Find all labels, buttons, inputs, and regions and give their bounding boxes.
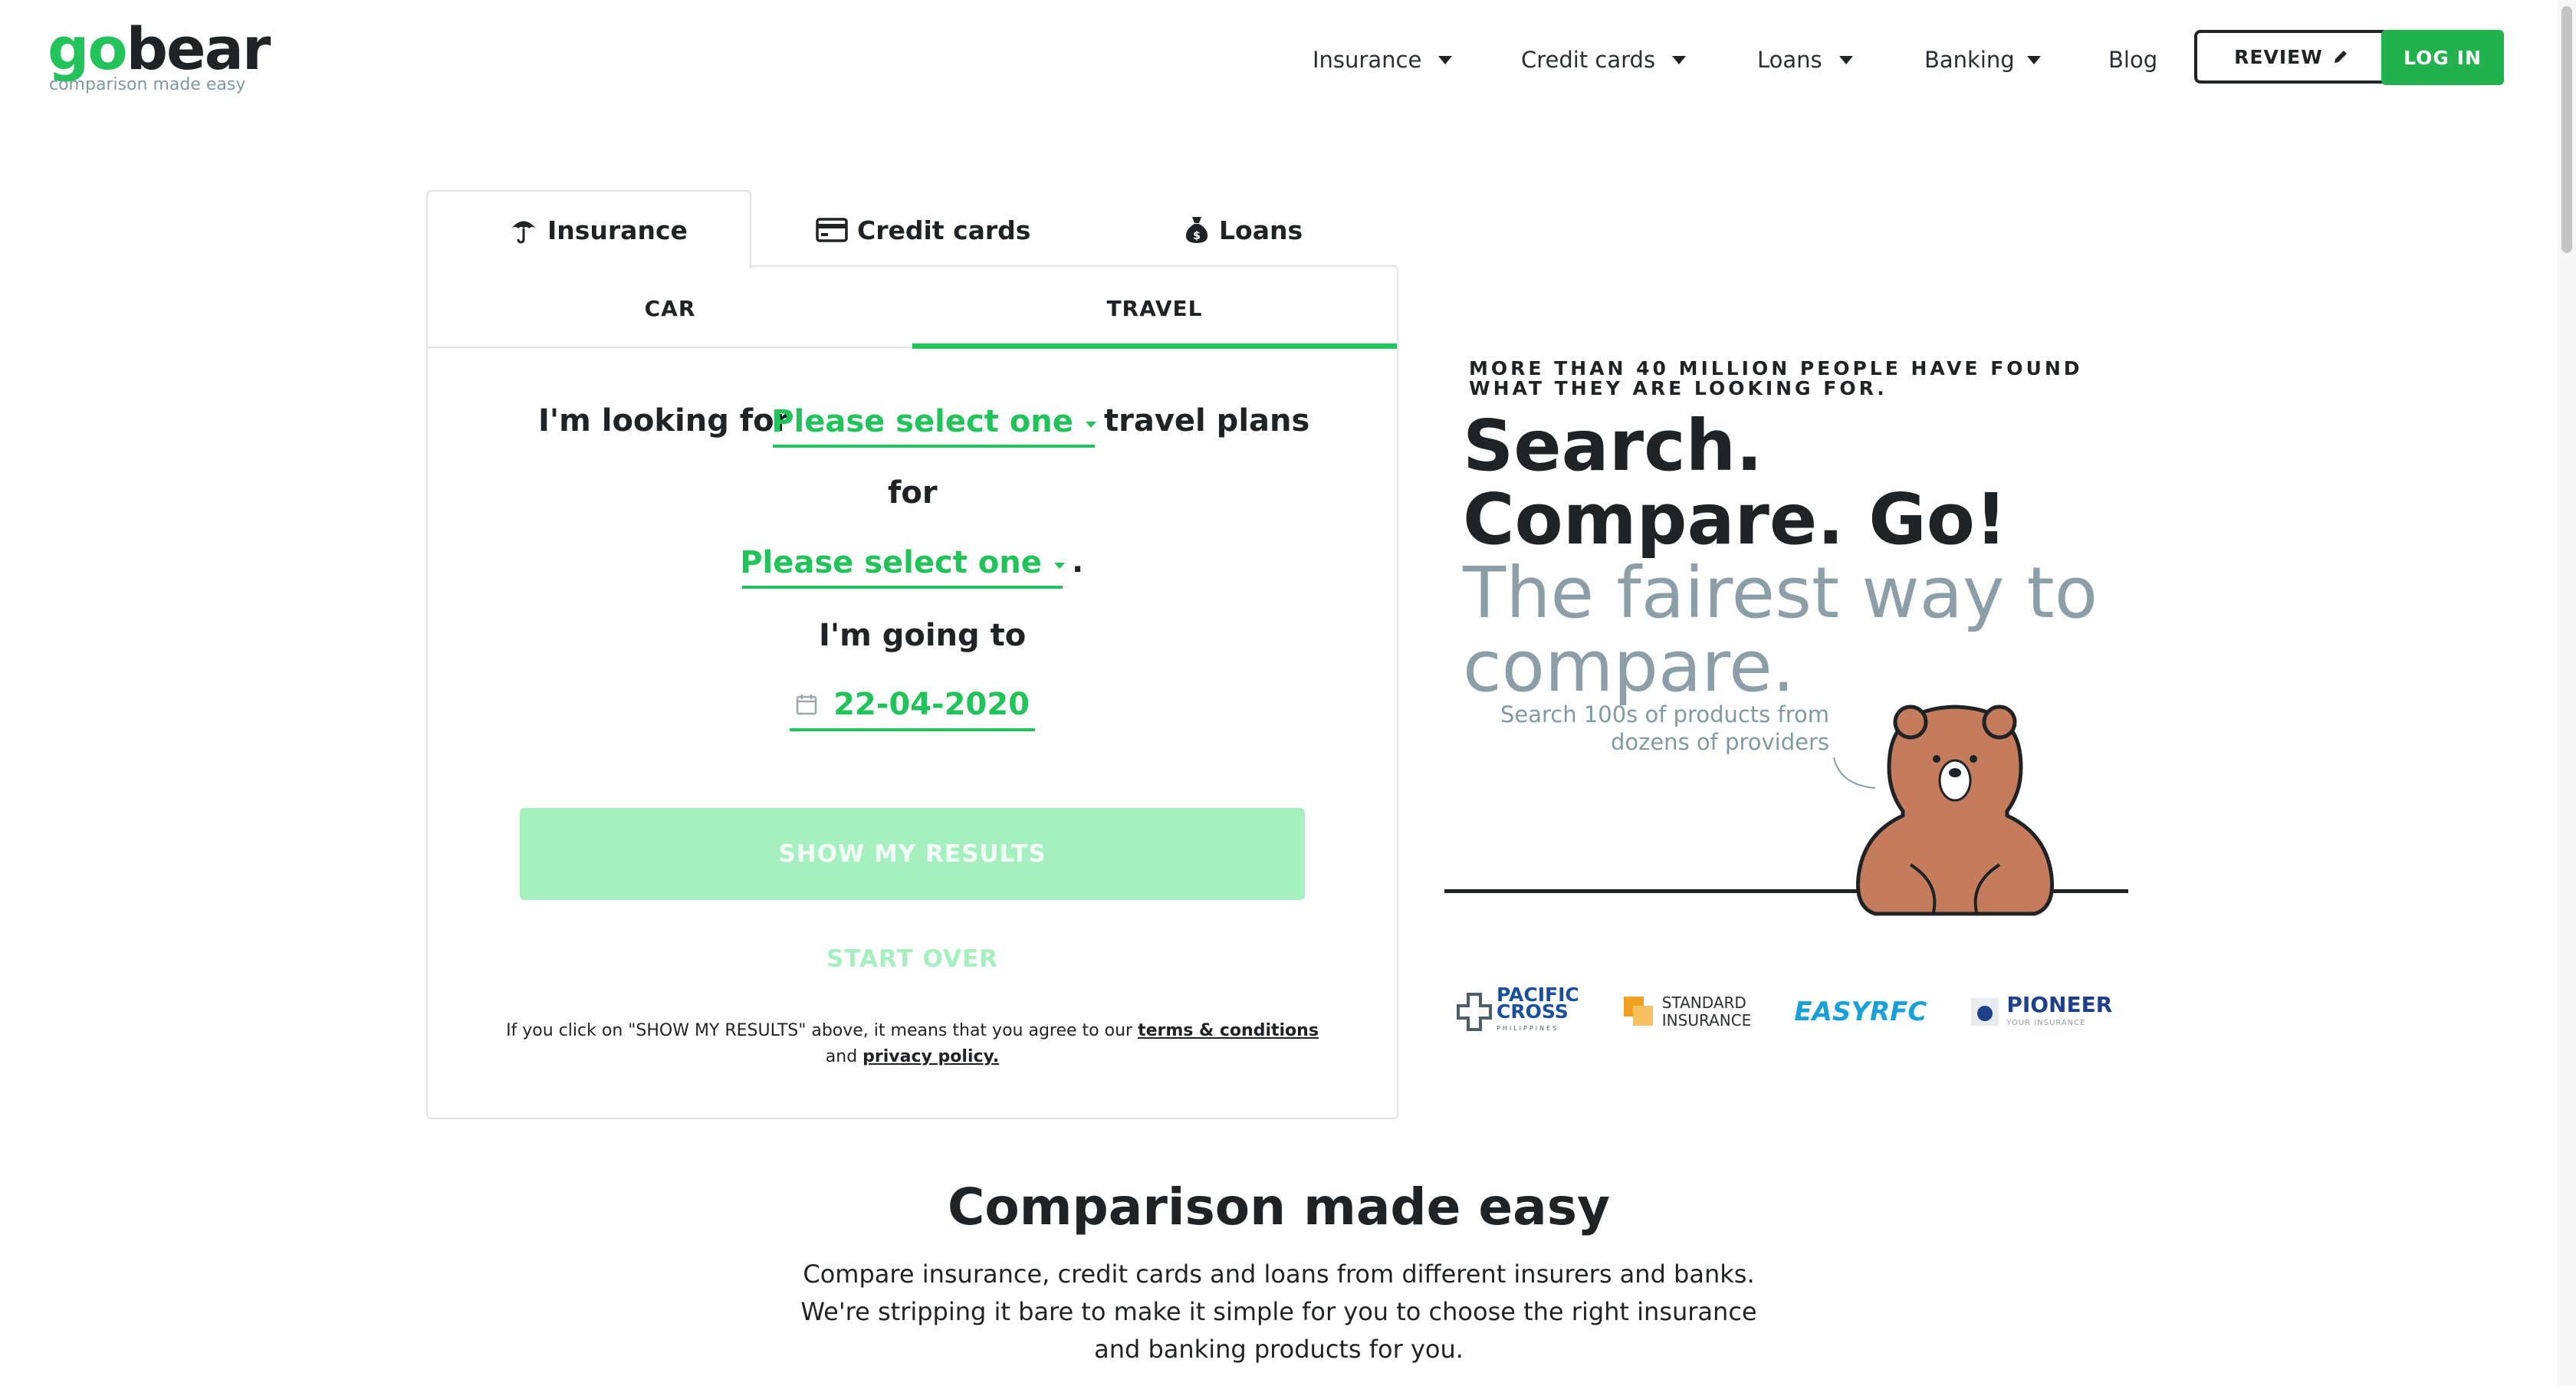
section-description: Compare insurance, credit cards and loan…: [800, 1260, 1757, 1364]
traveler-select-value: Please select one: [740, 545, 1042, 580]
plan-type-select[interactable]: Please select one: [771, 399, 1096, 448]
standard-line1: STANDARD: [1661, 994, 1746, 1012]
caret-down-icon: [2026, 55, 2041, 64]
nav-banking[interactable]: Banking: [1924, 41, 2041, 78]
bear-illustration: [1855, 704, 2055, 916]
caret-down-icon: [1085, 422, 1096, 428]
plan-type-select-value: Please select one: [771, 404, 1073, 439]
pioneer-line2: YOUR INSURANCE: [2006, 1019, 2086, 1027]
partner-standard-insurance: STANDARD INSURANCE: [1622, 994, 1752, 1030]
headline-strong: Search. Compare. Go!: [1463, 405, 2007, 560]
caret-down-icon: [1438, 55, 1453, 64]
nav-insurance-label: Insurance: [1313, 47, 1422, 73]
pacific-cross-line2: CROSS: [1497, 1000, 1569, 1023]
umbrella-icon: [511, 221, 536, 244]
logo-tagline: comparison made easy: [49, 75, 246, 94]
tab-insurance[interactable]: Insurance: [509, 209, 688, 251]
subtab-car[interactable]: CAR: [428, 285, 912, 331]
tab-insurance-label: Insurance: [547, 215, 688, 245]
caret-down-icon: [1672, 55, 1687, 64]
tab-credit-cards[interactable]: Credit cards: [816, 209, 1030, 251]
money-bag-icon: $: [1185, 217, 1208, 243]
disclaimer-and: and: [825, 1047, 858, 1066]
caret-down-icon: [1053, 563, 1065, 569]
subtab-travel[interactable]: TRAVEL: [912, 285, 1397, 331]
pencil-icon: [2334, 51, 2347, 63]
nav-credit-cards[interactable]: Credit cards: [1521, 41, 1687, 78]
nav-banking-label: Banking: [1924, 47, 2015, 73]
travel-date-value: 22-04-2020: [833, 687, 1030, 722]
headline-light: The fairest way to compare.: [1463, 552, 2098, 708]
tab-loans-label: Loans: [1219, 215, 1303, 245]
partner-easyrfc: EASYRFC: [1794, 997, 1927, 1027]
privacy-link[interactable]: privacy policy.: [863, 1047, 999, 1066]
form-period: .: [1072, 544, 1084, 580]
form-going-to-text: I'm going to: [819, 618, 1027, 653]
nav-blog[interactable]: Blog: [2108, 41, 2157, 78]
pioneer-line1: PIONEER: [2006, 992, 2113, 1017]
pioneer-logo: [1971, 998, 1999, 1026]
section-title: Comparison made easy: [948, 1177, 1610, 1237]
partner-pacific-cross: PACIFIC CROSS PHILIPPINES: [1457, 985, 1579, 1037]
nav-loans-label: Loans: [1757, 47, 1822, 73]
nav-loans[interactable]: Loans: [1757, 41, 1853, 78]
hero-eyebrow: MORE THAN 40 MILLION PEOPLE HAVE FOUND W…: [1469, 357, 2083, 399]
form-prefix-text: I'm looking for: [538, 403, 790, 438]
subtab-travel-indicator: [912, 343, 1397, 349]
tab-credit-cards-label: Credit cards: [857, 215, 1031, 245]
scrollbar-thumb[interactable]: [2561, 6, 2572, 253]
terms-disclaimer: If you click on "SHOW MY RESULTS" above,…: [491, 1018, 1334, 1070]
disclaimer-text: If you click on "SHOW MY RESULTS" above,…: [506, 1021, 1133, 1040]
partner-pioneer: PIONEER YOUR INSURANCE: [1970, 994, 2112, 1030]
tab-loans[interactable]: $ Loans: [1184, 209, 1303, 251]
svg-text:$: $: [1193, 230, 1201, 242]
terms-link[interactable]: terms & conditions: [1138, 1021, 1319, 1040]
start-over-link[interactable]: START OVER: [520, 940, 1305, 978]
travel-date-field[interactable]: 22-04-2020: [790, 681, 1035, 731]
pacific-cross-line3: PHILIPPINES: [1497, 1025, 1559, 1032]
show-results-button[interactable]: SHOW MY RESULTS: [520, 808, 1305, 900]
nav-insurance[interactable]: Insurance: [1313, 41, 1453, 78]
bear-caption: Search 100s of products from dozens of p…: [1500, 701, 1829, 755]
logo-wordmark: gobear: [48, 15, 271, 83]
form-for-text: for: [888, 475, 938, 511]
pacific-cross-logo: [1457, 993, 1492, 1031]
nav-credit-cards-label: Credit cards: [1521, 47, 1656, 73]
login-button[interactable]: LOG IN: [2381, 30, 2504, 85]
standard-insurance-logo: [1623, 997, 1653, 1026]
partner-logos: PACIFIC CROSS PHILIPPINES STANDARD INSUR…: [1457, 985, 2155, 1037]
credit-card-icon: [816, 218, 848, 242]
form-suffix-text: travel plans: [1104, 403, 1310, 438]
hero-headline: Search. Compare. Go! The fairest way to …: [1463, 409, 2153, 704]
calendar-icon: [796, 695, 817, 715]
nav-blog-label: Blog: [2108, 47, 2158, 73]
easyrfc-logo: EASYRFC: [1794, 997, 1927, 1027]
review-button-label: REVIEW: [2234, 45, 2323, 68]
traveler-select[interactable]: Please select one: [740, 540, 1065, 589]
standard-line2: INSURANCE: [1661, 1011, 1752, 1030]
gobear-logo[interactable]: gobear comparison made easy: [48, 15, 271, 95]
caret-down-icon: [1838, 55, 1853, 64]
review-button[interactable]: REVIEW: [2194, 30, 2389, 84]
